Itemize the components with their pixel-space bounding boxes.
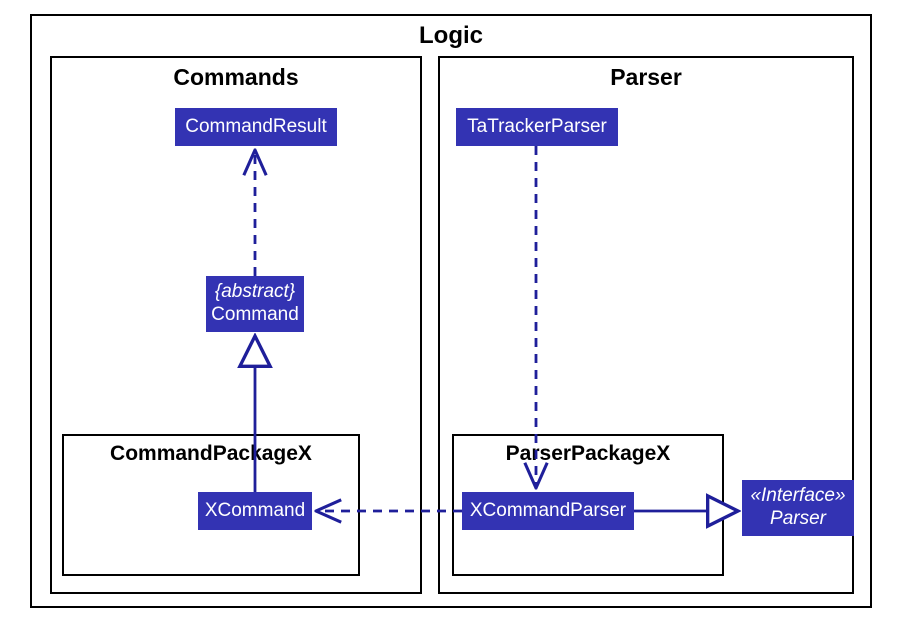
parser-packagex-title: ParserPackageX bbox=[452, 442, 724, 466]
class-label: CommandResult bbox=[185, 116, 327, 139]
class-tatrackerparser: TaTrackerParser bbox=[456, 108, 618, 146]
class-command: {abstract} Command bbox=[206, 276, 304, 332]
diagram-canvas: Logic Commands Parser CommandPackageX Pa… bbox=[0, 0, 902, 634]
class-xcommand: XCommand bbox=[198, 492, 312, 530]
class-stereotype: {abstract} bbox=[215, 281, 295, 304]
parser-title: Parser bbox=[438, 64, 854, 91]
class-label: XCommandParser bbox=[470, 500, 626, 523]
command-packagex-title: CommandPackageX bbox=[62, 442, 360, 466]
class-xcommandparser: XCommandParser bbox=[462, 492, 634, 530]
class-label: Parser bbox=[770, 508, 826, 531]
class-label: XCommand bbox=[205, 500, 305, 523]
class-parser-interface: «Interface» Parser bbox=[742, 480, 854, 536]
class-label: TaTrackerParser bbox=[467, 116, 607, 139]
commands-title: Commands bbox=[50, 64, 422, 91]
class-stereotype: «Interface» bbox=[750, 485, 845, 508]
class-command-result: CommandResult bbox=[175, 108, 337, 146]
class-label: Command bbox=[211, 304, 299, 327]
logic-title: Logic bbox=[30, 22, 872, 50]
